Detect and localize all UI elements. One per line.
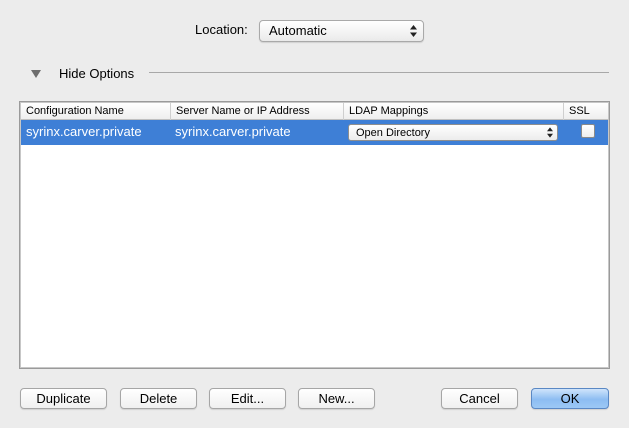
duplicate-button[interactable]: Duplicate	[20, 388, 107, 409]
column-header-server-name[interactable]: Server Name or IP Address	[171, 103, 344, 120]
column-header-configuration-name[interactable]: Configuration Name	[21, 103, 171, 120]
table-header: Configuration Name Server Name or IP Add…	[21, 103, 608, 120]
location-label: Location:	[195, 22, 248, 37]
delete-button[interactable]: Delete	[120, 388, 197, 409]
ssl-checkbox[interactable]	[581, 124, 595, 138]
updown-arrows-icon	[547, 127, 553, 138]
options-disclosure[interactable]: Hide Options	[0, 64, 629, 84]
ok-button[interactable]: OK	[531, 388, 609, 409]
table-row[interactable]: syrinx.carver.private syrinx.carver.priv…	[21, 120, 608, 145]
cell-server-name: syrinx.carver.private	[175, 124, 291, 139]
disclosure-triangle-down-icon[interactable]	[31, 70, 41, 78]
ldap-mappings-value: Open Directory	[356, 127, 430, 139]
ldap-configuration-sheet: Location: Automatic Hide Options Configu…	[0, 0, 629, 428]
configurations-table[interactable]: Configuration Name Server Name or IP Add…	[19, 101, 610, 369]
cancel-button[interactable]: Cancel	[441, 388, 518, 409]
location-popup-value: Automatic	[269, 23, 327, 38]
ldap-mappings-popup[interactable]: Open Directory	[348, 124, 558, 141]
column-header-ssl[interactable]: SSL	[564, 103, 610, 120]
updown-arrows-icon	[410, 25, 417, 37]
section-divider	[149, 72, 609, 73]
edit-button[interactable]: Edit...	[209, 388, 286, 409]
hide-options-label[interactable]: Hide Options	[59, 66, 134, 81]
location-popup[interactable]: Automatic	[259, 20, 424, 42]
new-button[interactable]: New...	[298, 388, 375, 409]
cell-configuration-name: syrinx.carver.private	[26, 124, 142, 139]
column-header-ldap-mappings[interactable]: LDAP Mappings	[344, 103, 564, 120]
